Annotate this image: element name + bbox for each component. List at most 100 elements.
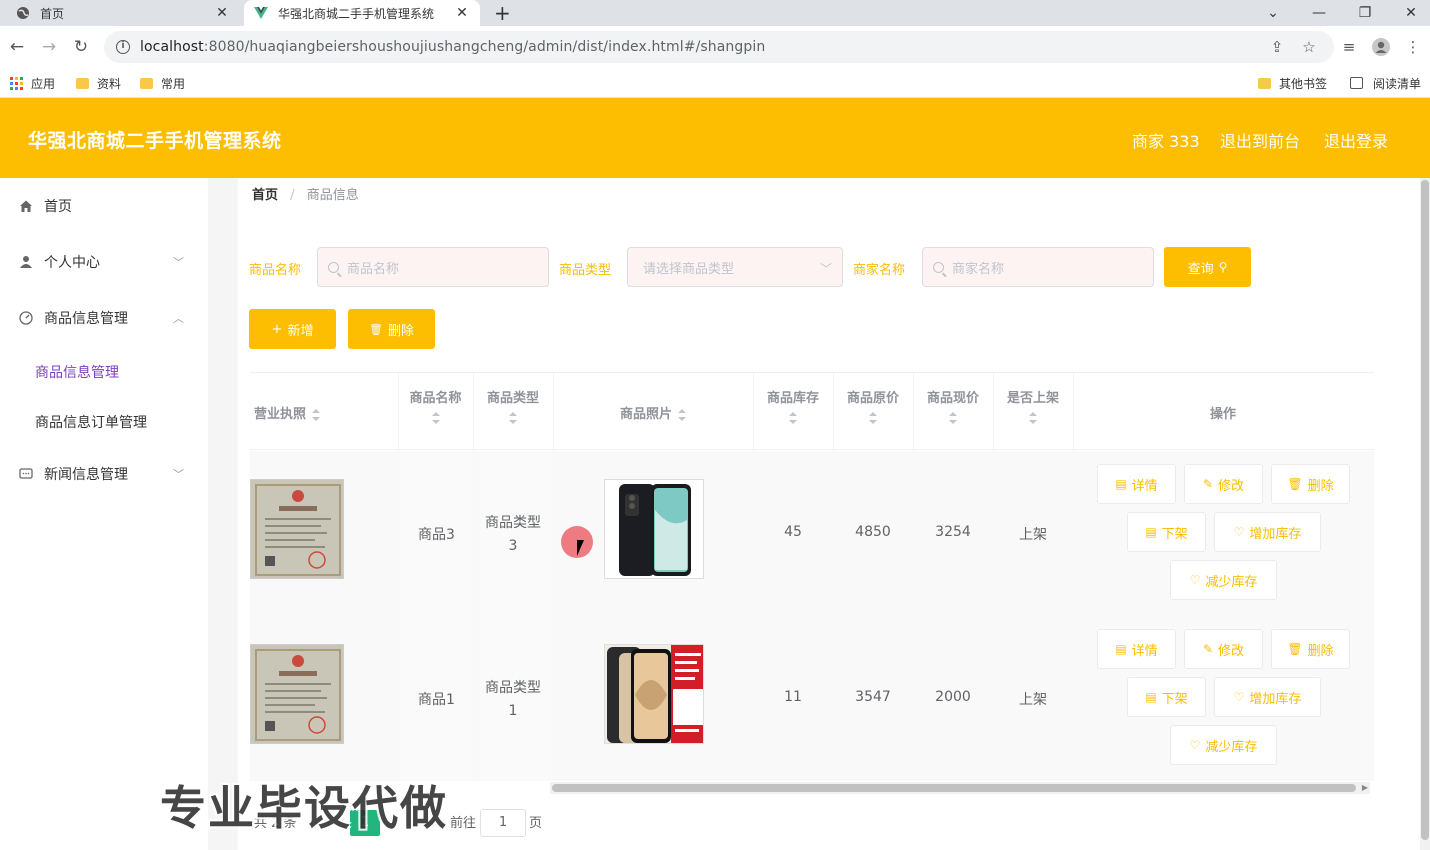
sort-icon[interactable] [869,412,877,424]
reload-icon[interactable]: ↻ [68,34,94,60]
globe-icon [16,6,30,20]
bookmarks-bar: 应用 资料 常用 其他书签 阅读清单 [0,68,1430,98]
share-icon[interactable]: ⇪ [1266,36,1288,58]
current-user: 商家 333 [1132,132,1200,151]
search-icon [933,261,944,273]
address-bar[interactable]: i localhost:8080/huaqiangbeiershoushouji… [104,31,1334,63]
product-name-input[interactable]: 商品名称 [317,247,549,287]
trash-icon: 🗑 [1287,642,1303,656]
sort-icon[interactable] [431,412,440,424]
reduce-stock-button[interactable]: ♡ 减少库存 [1170,560,1277,600]
scrollbar-thumb[interactable] [1421,180,1429,840]
product-type-select[interactable]: 请选择商品类型 ﹀ [627,247,843,287]
apps-grid-icon [10,76,23,90]
col-original-price[interactable]: 商品原价 [833,387,913,424]
close-window-icon[interactable]: ✕ [1388,0,1430,26]
col-current-price[interactable]: 商品现价 [913,387,993,424]
vertical-scrollbar[interactable] [1420,178,1430,850]
business-license-image[interactable] [250,644,344,744]
document-icon: ▤ [1115,642,1127,656]
bookmark-star-icon[interactable]: ☆ [1298,36,1320,58]
logout-link[interactable]: 退出登录 [1324,128,1388,152]
col-product-type[interactable]: 商品类型 [478,387,548,424]
close-tab-icon[interactable]: ✕ [454,5,470,21]
exit-to-front-link[interactable]: 退出到前台 [1220,128,1300,152]
bookmark-other[interactable]: 其他书签 [1258,73,1327,93]
sort-icon[interactable] [678,408,686,421]
cell-on-shelf: 上架 [1019,692,1047,708]
batch-delete-button[interactable]: 🗑 删除 [348,309,435,349]
cell-current-price: 3254 [935,524,971,540]
user-icon [18,254,34,270]
tab-search-icon[interactable]: ⌄ [1250,0,1296,26]
site-info-icon[interactable]: i [116,40,130,54]
business-license-image[interactable] [250,479,344,579]
col-product-name[interactable]: 商品名称 [398,387,473,424]
back-icon[interactable]: ← [4,34,30,60]
bookmark-apps[interactable]: 应用 [10,73,55,93]
add-stock-button[interactable]: ♡ 增加库存 [1214,512,1321,552]
add-button[interactable]: + 新增 [249,309,336,349]
reading-list-button[interactable]: 阅读清单 [1350,73,1421,93]
delete-button[interactable]: 🗑 删除 [1271,464,1350,504]
cell-original-price: 4850 [855,524,891,540]
sort-icon[interactable] [789,412,797,424]
edit-button[interactable]: ✎ 修改 [1184,464,1263,504]
browser-tab-home[interactable]: 首页 ✕ [6,0,240,26]
sidebar-item-news-management[interactable]: 新闻信息管理 ﹀ [0,454,208,494]
minimize-icon[interactable]: — [1296,0,1342,26]
scrollbar-thumb[interactable] [552,784,1356,792]
bookmark-folder-changyong[interactable]: 常用 [140,73,185,93]
sidebar-item-home[interactable]: 首页 [0,186,208,226]
table-horizontal-scrollbar[interactable]: ▶ [550,782,1370,794]
sidebar-item-product-management[interactable]: 商品信息管理 ︿ [0,298,208,338]
restore-icon[interactable]: ❐ [1342,0,1388,26]
pagination-goto-input[interactable]: 1 [480,809,526,837]
sort-icon[interactable] [509,412,517,424]
product-photo-image[interactable] [604,479,704,579]
new-tab-button[interactable]: + [494,1,511,25]
scroll-right-icon[interactable]: ▶ [1362,782,1368,794]
add-stock-button[interactable]: ♡ 增加库存 [1214,677,1321,717]
merchant-name-input[interactable]: 商家名称 [922,247,1154,287]
col-business-license[interactable]: 营业执照 [254,403,321,422]
edit-icon: ✎ [1202,477,1214,491]
detail-button[interactable]: ▤ 详情 [1097,629,1176,669]
breadcrumb-home[interactable]: 首页 [252,188,278,203]
sidebar-item-personal-center[interactable]: 个人中心 ﹀ [0,242,208,282]
folder-icon [76,77,89,89]
tab-title: 首页 [40,6,65,21]
chevron-down-icon: ﹀ [173,468,184,481]
breadcrumb: 首页 / 商品信息 [252,184,359,203]
document-icon: ▤ [1145,690,1157,704]
col-stock[interactable]: 商品库存 [753,387,833,424]
delete-button[interactable]: 🗑 删除 [1271,629,1350,669]
sort-icon[interactable] [1029,412,1037,424]
tab-title: 华强北商城二手手机管理系统 [278,6,435,21]
sidebar-divider [208,178,238,850]
cell-product-name: 商品3 [418,527,455,543]
edit-button[interactable]: ✎ 修改 [1184,629,1263,669]
reading-list-icon[interactable]: ≡ [1338,36,1360,58]
browser-tab-active[interactable]: 华强北商城二手手机管理系统 ✕ [244,0,480,26]
sort-icon[interactable] [949,412,957,424]
detail-button[interactable]: ▤ 详情 [1097,464,1176,504]
search-button[interactable]: 查询 ⚲ [1164,247,1251,287]
off-shelf-button[interactable]: ▤ 下架 [1127,677,1206,717]
close-tab-icon[interactable]: ✕ [214,5,230,21]
forward-icon[interactable]: → [36,34,62,60]
pagination-page-suffix: 页 [529,816,543,831]
profile-avatar-icon[interactable] [1370,36,1392,58]
menu-kebab-icon[interactable]: ⋮ [1402,36,1424,58]
product-photo-image[interactable] [604,644,704,744]
filter-type-label: 商品类型 [559,263,612,278]
off-shelf-button[interactable]: ▤ 下架 [1127,512,1206,552]
col-on-shelf[interactable]: 是否上架 [993,387,1073,424]
sidebar-subitem-product-orders[interactable]: 商品信息订单管理 [35,412,147,432]
folder-icon [140,77,153,89]
bookmark-folder-ziliao[interactable]: 资料 [76,73,121,93]
col-product-photo[interactable]: 商品照片 [553,403,753,422]
sidebar-subitem-product-management[interactable]: 商品信息管理 [35,362,119,382]
sort-icon[interactable] [312,408,321,421]
reduce-stock-button[interactable]: ♡ 减少库存 [1170,725,1277,765]
